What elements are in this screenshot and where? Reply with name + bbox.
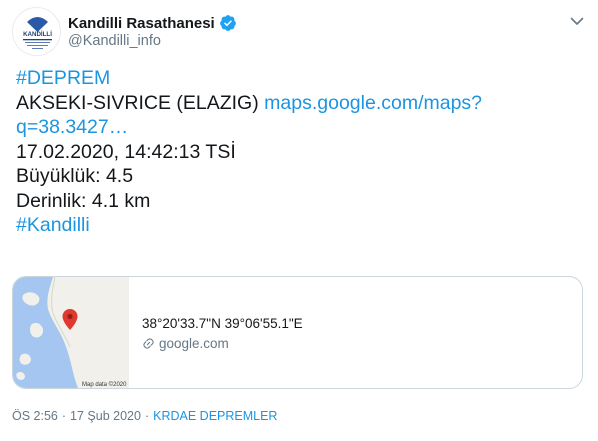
- verified-badge-icon: [219, 15, 236, 31]
- tweet-text: #DEPREM AKSEKI-SIVRICE (ELAZIG) maps.goo…: [16, 66, 516, 238]
- tweet-date[interactable]: 17 Şub 2020: [70, 409, 141, 423]
- link-preview-card[interactable]: Map data ©2020 38°20'33.7"N 39°06'55.1"E…: [12, 276, 583, 389]
- card-domain-row[interactable]: google.com: [142, 336, 303, 351]
- author-name-row[interactable]: Kandilli Rasathanesi: [68, 13, 237, 33]
- meta-separator: ·: [61, 409, 67, 423]
- chevron-down-icon[interactable]: [569, 13, 585, 29]
- map-image: [13, 277, 129, 388]
- tweet-datetime: 17.02.2020, 14:42:13 TSİ: [16, 140, 236, 163]
- tweet-depth: Derinlik: 4.1 km: [16, 189, 151, 212]
- tweet-magnitude: Büyüklük: 4.5: [16, 165, 134, 187]
- tweet-map-link[interactable]: maps.google.com/maps?: [264, 92, 482, 114]
- observatory-logo-icon: KANDİLLİ: [13, 8, 60, 55]
- hashtag-deprem[interactable]: #DEPREM: [16, 66, 516, 91]
- meta-separator-2: ·: [144, 409, 150, 423]
- hashtag-kandilli[interactable]: #Kandilli: [16, 213, 516, 238]
- link-icon: [143, 338, 154, 349]
- map-credit: Map data ©2020: [82, 382, 127, 388]
- tweet-location-line: AKSEKI-SIVRICE (ELAZIG) maps.google.com/…: [16, 91, 516, 116]
- tweet-location: AKSEKI-SIVRICE (ELAZIG): [16, 91, 259, 114]
- map-thumbnail[interactable]: Map data ©2020: [13, 277, 129, 388]
- tweet-meta: ÖS 2:56 · 17 Şub 2020 · KRDAE DEPREMLER: [12, 409, 277, 423]
- author-handle[interactable]: @Kandilli_info: [68, 33, 161, 49]
- tweet-map-link-continued[interactable]: q=38.3427…: [16, 115, 516, 140]
- card-coordinates[interactable]: 38°20'33.7"N 39°06'55.1"E: [142, 316, 303, 331]
- avatar[interactable]: KANDİLLİ: [12, 7, 61, 56]
- avatar-text: KANDİLLİ: [23, 31, 52, 38]
- author-display-name[interactable]: Kandilli Rasathanesi: [68, 15, 215, 32]
- tweet-source[interactable]: KRDAE DEPREMLER: [153, 409, 277, 423]
- card-text[interactable]: 38°20'33.7"N 39°06'55.1"E google.com: [142, 316, 303, 351]
- tweet-time[interactable]: ÖS 2:56: [12, 409, 58, 423]
- card-domain: google.com: [159, 336, 229, 351]
